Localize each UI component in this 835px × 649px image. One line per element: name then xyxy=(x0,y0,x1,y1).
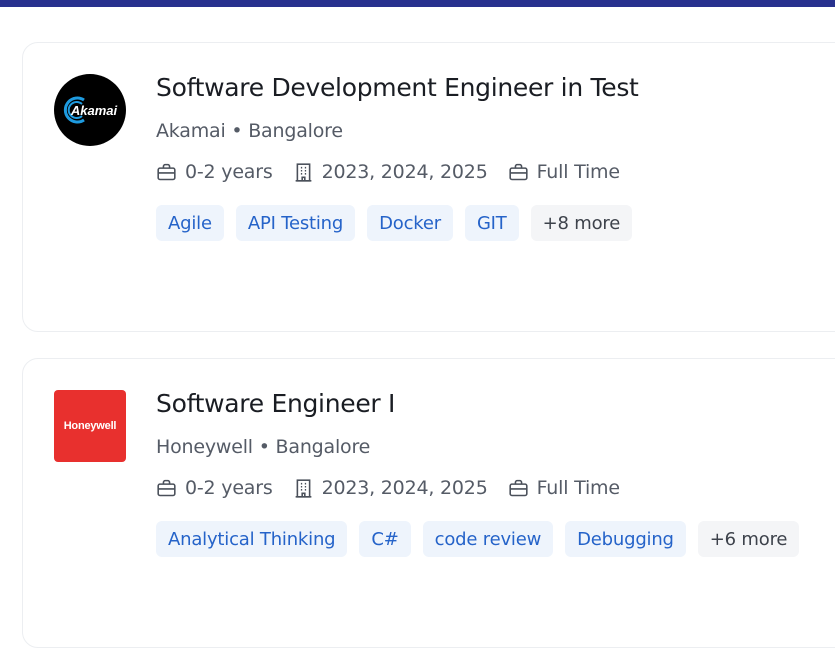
experience-meta: 0-2 years xyxy=(156,161,273,183)
company-location: Akamai • Bangalore xyxy=(156,120,343,142)
briefcase-icon xyxy=(508,479,528,496)
batches-meta: 2023, 2024, 2025 xyxy=(293,161,488,183)
experience-text: 0-2 years xyxy=(185,161,273,183)
skill-tag[interactable]: C# xyxy=(359,521,411,557)
company-location: Honeywell • Bangalore xyxy=(156,436,371,458)
job-card[interactable]: Akamai Software Development Engineer in … xyxy=(22,42,835,332)
building-icon xyxy=(295,478,311,498)
batches-text: 2023, 2024, 2025 xyxy=(321,477,488,499)
job-type-meta: Full Time xyxy=(508,161,620,183)
job-meta: 0-2 years 2023, 2024, 2025 Full Time xyxy=(156,477,640,499)
skill-tags: Analytical Thinking C# code review Debug… xyxy=(156,521,811,557)
experience-text: 0-2 years xyxy=(185,477,273,499)
briefcase-icon xyxy=(157,479,176,496)
job-title[interactable]: Software Development Engineer in Test xyxy=(156,73,639,102)
job-card[interactable]: Honeywell Software Engineer I Honeywell … xyxy=(22,358,835,648)
company-logo-akamai: Akamai xyxy=(54,74,126,146)
company-logo-honeywell: Honeywell xyxy=(54,390,126,462)
skill-tag[interactable]: API Testing xyxy=(235,205,356,241)
briefcase-icon xyxy=(508,163,528,180)
experience-meta: 0-2 years xyxy=(156,477,273,499)
skill-tags: Agile API Testing Docker GIT +8 more xyxy=(156,205,644,241)
job-type-meta: Full Time xyxy=(508,477,620,499)
skill-tag[interactable]: Debugging xyxy=(565,521,686,557)
skill-tag[interactable]: Analytical Thinking xyxy=(156,521,348,557)
skill-tag[interactable]: Agile xyxy=(156,205,224,241)
briefcase-icon xyxy=(157,163,176,180)
job-type-text: Full Time xyxy=(536,477,620,499)
skill-tag[interactable]: Docker xyxy=(367,205,453,241)
skill-tag[interactable]: code review xyxy=(422,521,554,557)
job-meta: 0-2 years 2023, 2024, 2025 Full Time xyxy=(156,161,640,183)
more-skills-tag[interactable]: +8 more xyxy=(530,205,633,241)
batches-meta: 2023, 2024, 2025 xyxy=(293,477,488,499)
job-type-text: Full Time xyxy=(536,161,620,183)
top-header-bar xyxy=(0,0,835,7)
building-icon xyxy=(295,162,311,182)
job-title[interactable]: Software Engineer I xyxy=(156,389,395,418)
logo-wordmark: Akamai xyxy=(70,102,118,118)
skill-tag[interactable]: GIT xyxy=(464,205,519,241)
logo-wordmark: Honeywell xyxy=(63,420,117,432)
more-skills-tag[interactable]: +6 more xyxy=(697,521,800,557)
batches-text: 2023, 2024, 2025 xyxy=(321,161,488,183)
